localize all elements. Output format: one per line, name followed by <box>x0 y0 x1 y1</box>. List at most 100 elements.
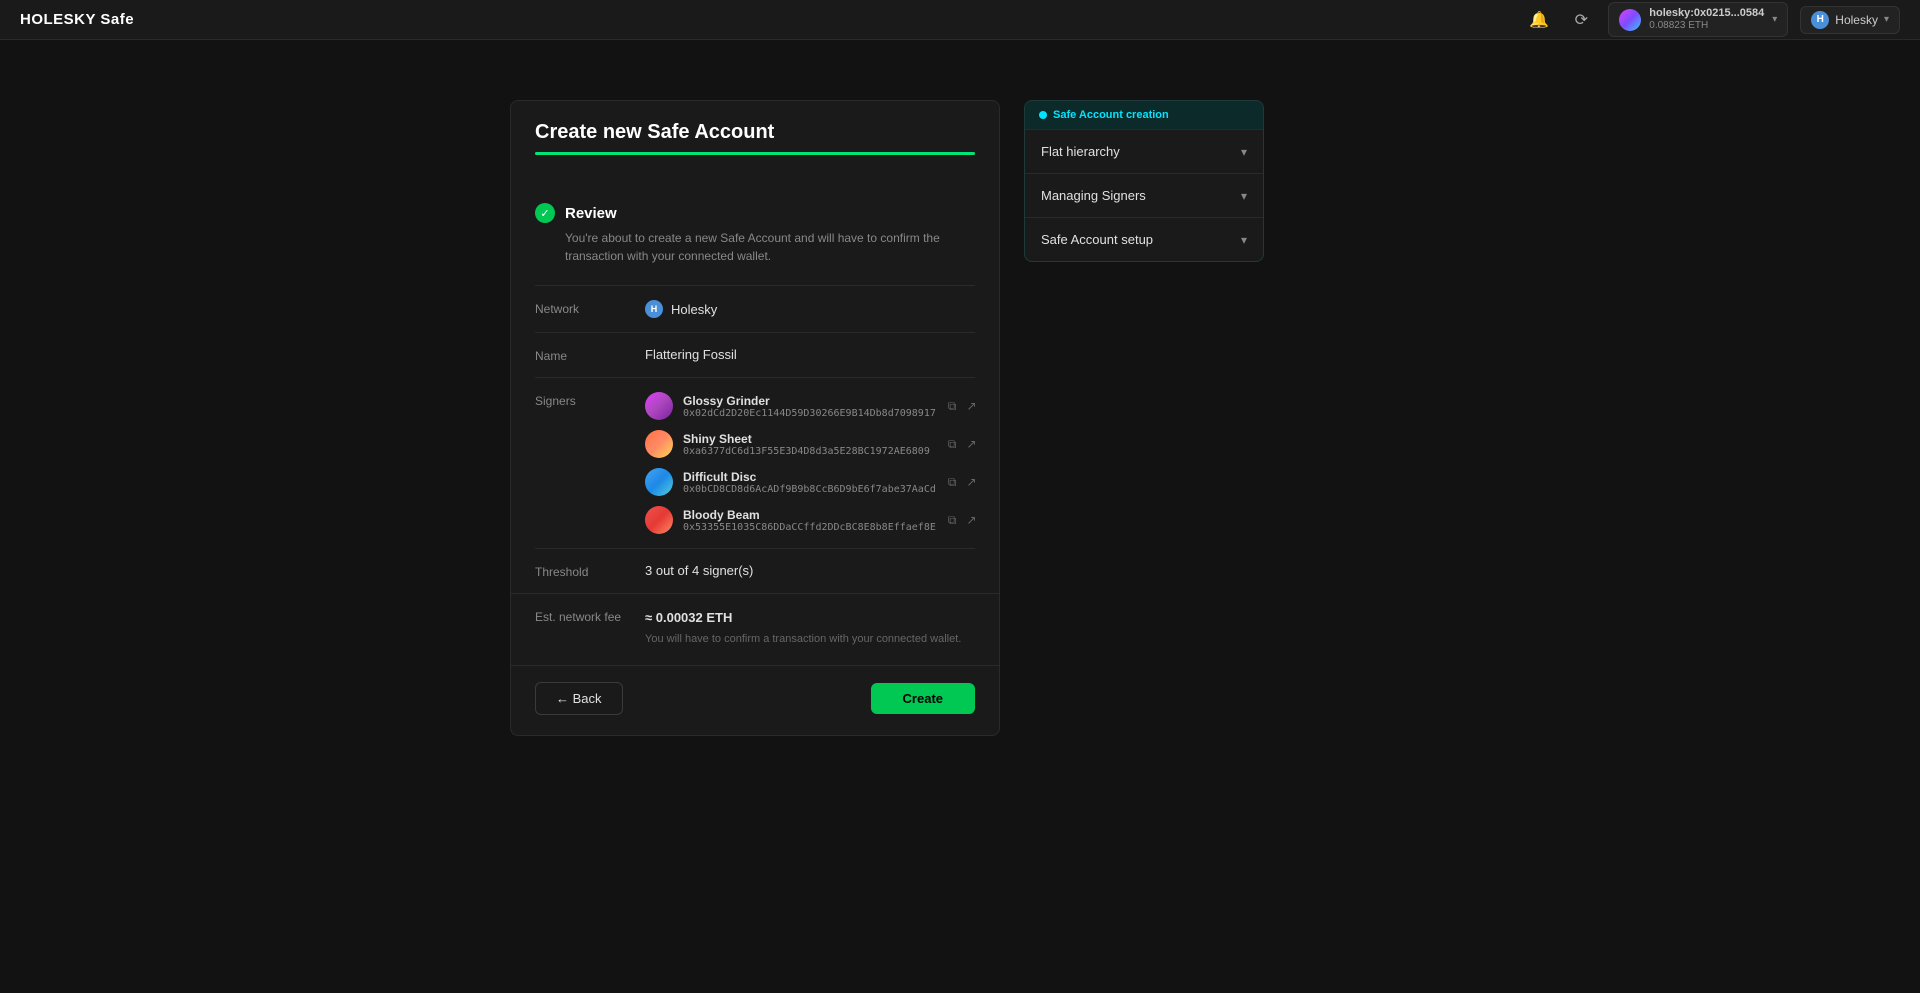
network-name: Holesky <box>671 302 717 317</box>
signer-avatar <box>645 392 673 420</box>
side-panel-items: Flat hierarchy ▾ Managing Signers ▾ Safe… <box>1025 129 1263 261</box>
review-title: Review <box>565 205 617 222</box>
signer-actions: ⧉ ↗ <box>946 435 979 454</box>
sync-icon: ⟳ <box>1575 10 1588 30</box>
side-panel-item-label: Flat hierarchy <box>1041 144 1120 159</box>
signer-address: 0x02dCd2D20Ec1144D59D30266E9B14Db8d70989… <box>683 408 936 419</box>
fee-note: You will have to confirm a transaction w… <box>645 633 975 645</box>
signer-item: Glossy Grinder 0x02dCd2D20Ec1144D59D3026… <box>645 392 979 420</box>
signer-actions: ⧉ ↗ <box>946 511 979 530</box>
threshold-row: Threshold 3 out of 4 signer(s) <box>535 548 975 593</box>
content-wrapper: Create new Safe Account ✓ Review You're … <box>510 60 1410 736</box>
signer-item: Bloody Beam 0x53355E1035C86DDaCCffd2DDcB… <box>645 506 979 534</box>
copy-address-button[interactable]: ⧉ <box>946 435 959 454</box>
wallet-selector[interactable]: holesky:0x0215...0584 0.08823 ETH ▾ <box>1608 2 1788 37</box>
chevron-down-icon: ▾ <box>1241 233 1247 247</box>
back-button[interactable]: ← Back <box>535 682 623 715</box>
side-panel-item[interactable]: Managing Signers ▾ <box>1025 173 1263 217</box>
wallet-avatar <box>1619 9 1641 31</box>
name-row: Name Flattering Fossil <box>535 332 975 377</box>
main-content: Create new Safe Account ✓ Review You're … <box>0 0 1920 796</box>
side-panel-item[interactable]: Safe Account setup ▾ <box>1025 217 1263 261</box>
network-avatar: H <box>1811 11 1829 29</box>
wallet-balance: 0.08823 ETH <box>1649 20 1764 32</box>
side-panel-header: Safe Account creation <box>1025 101 1263 129</box>
details-table: Network H Holesky Name Flattering Fossil… <box>511 285 999 593</box>
signer-item: Difficult Disc 0x0bCD8CD8d6AcADf9B9b8CcB… <box>645 468 979 496</box>
network-selector[interactable]: H Holesky ▾ <box>1800 6 1900 34</box>
page-title: Create new Safe Account <box>535 121 975 144</box>
chevron-down-icon: ▾ <box>1241 145 1247 159</box>
signer-name: Bloody Beam <box>683 508 936 522</box>
signers-list: Glossy Grinder 0x02dCd2D20Ec1144D59D3026… <box>645 392 979 534</box>
view-explorer-button[interactable]: ↗ <box>964 473 978 491</box>
copy-address-button[interactable]: ⧉ <box>946 397 959 416</box>
signer-item: Shiny Sheet 0xa6377dC6d13F55E3D4D8d3a5E2… <box>645 430 979 458</box>
create-button[interactable]: Create <box>871 683 975 714</box>
signer-avatar <box>645 468 673 496</box>
bell-icon: 🔔 <box>1529 10 1549 30</box>
side-panel: Safe Account creation Flat hierarchy ▾ M… <box>1024 100 1264 262</box>
chevron-down-icon: ▾ <box>1241 189 1247 203</box>
wallet-info: holesky:0x0215...0584 0.08823 ETH <box>1649 7 1764 32</box>
network-row: Network H Holesky <box>535 285 975 332</box>
signer-info: Glossy Grinder 0x02dCd2D20Ec1144D59D3026… <box>683 394 936 419</box>
side-panel-item-label: Safe Account setup <box>1041 232 1153 247</box>
signer-actions: ⧉ ↗ <box>946 473 979 492</box>
form-header: Create new Safe Account <box>511 101 999 187</box>
sync-button[interactable]: ⟳ <box>1566 5 1596 35</box>
signer-info: Bloody Beam 0x53355E1035C86DDaCCffd2DDcB… <box>683 508 936 533</box>
signer-avatar <box>645 506 673 534</box>
network-abbr: H <box>1817 14 1824 25</box>
button-row: ← Back Create <box>511 665 999 735</box>
network-chevron-icon: ▾ <box>1884 14 1889 25</box>
check-icon: ✓ <box>535 203 555 223</box>
copy-address-button[interactable]: ⧉ <box>946 511 959 530</box>
signers-list-wrapper: Glossy Grinder 0x02dCd2D20Ec1144D59D3026… <box>645 392 979 534</box>
network-label: Holesky <box>1835 13 1878 27</box>
app-title: HOLESKY Safe <box>20 11 134 28</box>
side-panel-header-label: Safe Account creation <box>1053 109 1169 121</box>
signer-address: 0xa6377dC6d13F55E3D4D8d3a5E28BC1972AE680… <box>683 446 936 457</box>
signer-avatar <box>645 430 673 458</box>
threshold-label: Threshold <box>535 563 625 579</box>
view-explorer-button[interactable]: ↗ <box>964 397 978 415</box>
copy-address-button[interactable]: ⧉ <box>946 473 959 492</box>
fee-row: Est. network fee ≈ 0.00032 ETH <box>535 610 975 625</box>
progress-bar-track <box>535 152 975 155</box>
view-explorer-button[interactable]: ↗ <box>964 511 978 529</box>
signer-address: 0x0bCD8CD8d6AcADf9B9b8CcB6D9bE6f7abe37Aa… <box>683 484 936 495</box>
review-section: ✓ Review You're about to create a new Sa… <box>511 187 999 285</box>
signers-row: Signers Glossy Grinder 0x02dCd2D20Ec1144… <box>535 377 975 548</box>
topnav-right: 🔔 ⟳ holesky:0x0215...0584 0.08823 ETH ▾ … <box>1524 2 1900 37</box>
signer-name: Glossy Grinder <box>683 394 936 408</box>
safe-name: Flattering Fossil <box>645 347 975 362</box>
signers-label: Signers <box>535 392 625 408</box>
network-value: H Holesky <box>645 300 975 318</box>
side-panel-item[interactable]: Flat hierarchy ▾ <box>1025 129 1263 173</box>
network-dot-icon: H <box>645 300 663 318</box>
signer-name: Shiny Sheet <box>683 432 936 446</box>
signer-name: Difficult Disc <box>683 470 936 484</box>
progress-bar-fill <box>535 152 975 155</box>
fee-section: Est. network fee ≈ 0.00032 ETH You will … <box>511 593 999 665</box>
signer-actions: ⧉ ↗ <box>946 397 979 416</box>
review-title-row: ✓ Review <box>535 203 975 223</box>
review-description: You're about to create a new Safe Accoun… <box>565 229 975 265</box>
name-label: Name <box>535 347 625 363</box>
wallet-address: holesky:0x0215...0584 <box>1649 7 1764 20</box>
topnav: HOLESKY Safe 🔔 ⟳ holesky:0x0215...0584 0… <box>0 0 1920 40</box>
wallet-chevron-icon: ▾ <box>1772 14 1777 25</box>
network-label: Network <box>535 300 625 316</box>
fee-amount: ≈ 0.00032 ETH <box>645 610 732 625</box>
fee-label: Est. network fee <box>535 610 625 624</box>
side-panel-dot-icon <box>1039 111 1047 119</box>
notifications-button[interactable]: 🔔 <box>1524 5 1554 35</box>
threshold-value: 3 out of 4 signer(s) <box>645 563 975 578</box>
form-card: Create new Safe Account ✓ Review You're … <box>510 100 1000 736</box>
view-explorer-button[interactable]: ↗ <box>964 435 978 453</box>
signer-address: 0x53355E1035C86DDaCCffd2DDcBC8E8b8Effaef… <box>683 522 936 533</box>
signer-info: Shiny Sheet 0xa6377dC6d13F55E3D4D8d3a5E2… <box>683 432 936 457</box>
side-panel-item-label: Managing Signers <box>1041 188 1146 203</box>
signer-info: Difficult Disc 0x0bCD8CD8d6AcADf9B9b8CcB… <box>683 470 936 495</box>
